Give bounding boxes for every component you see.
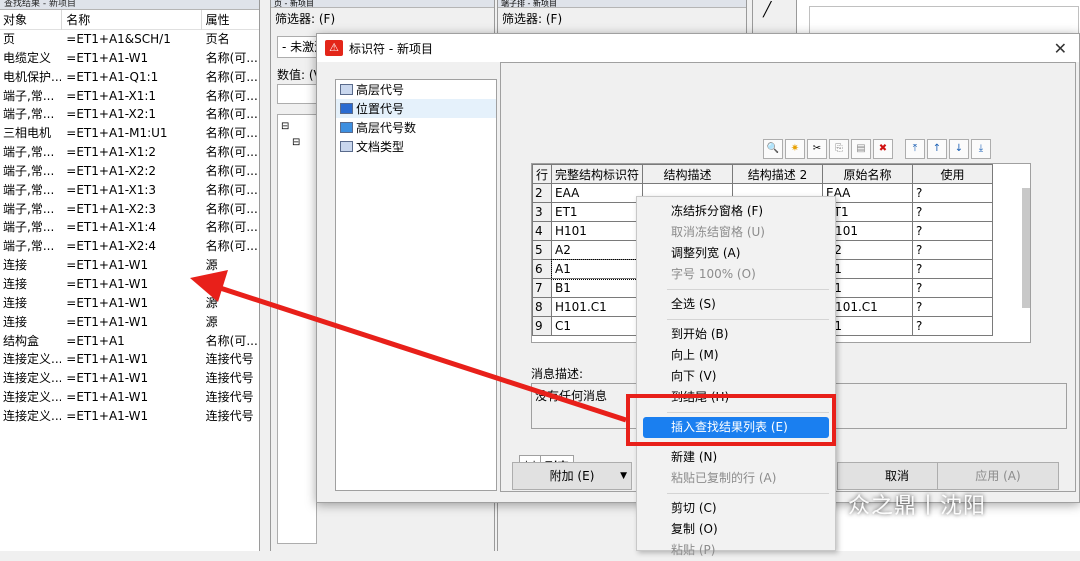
annotation-arrow-head	[190, 270, 228, 302]
annotation-arrow-line	[213, 283, 627, 423]
annotation-arrow	[190, 270, 627, 423]
watermark: 众之鼎丨沈阳	[848, 494, 987, 519]
